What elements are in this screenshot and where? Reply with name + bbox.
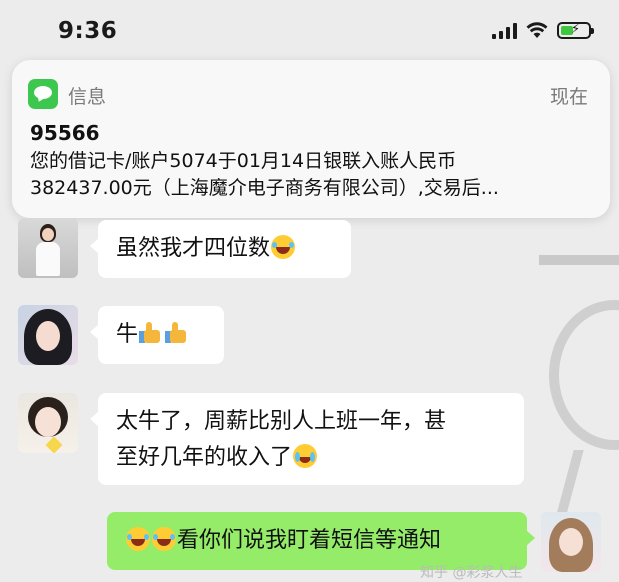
chat-bubble-received[interactable]: 太牛了，周薪比别人上班一年，甚 至好几年的收入了	[90, 393, 524, 485]
notification-timestamp: 现在	[549, 86, 588, 108]
sms-notification-banner[interactable]: 信息 现在 95566 您的借记卡/账户5074于01月14日银联入账人民币 3…	[12, 60, 610, 218]
thumbs-up-emoji-icon	[139, 321, 163, 345]
contact-avatar[interactable]	[18, 305, 78, 365]
message-text: 虽然我才四位数	[116, 236, 271, 261]
notification-body: 您的借记卡/账户5074于01月14日银联入账人民币 382437.00元（上海…	[30, 148, 600, 202]
chat-bubble-received[interactable]: 牛	[90, 306, 224, 364]
notification-body-line: 您的借记卡/账户5074于01月14日银联入账人民币	[30, 150, 457, 172]
thumbs-up-emoji-icon	[165, 321, 189, 345]
laughing-tears-emoji-icon	[271, 235, 296, 259]
message-text: 看你们说我盯着短信等通知	[177, 528, 442, 553]
my-avatar[interactable]	[541, 512, 601, 572]
crying-laughing-emoji-icon	[293, 444, 318, 468]
status-time: 9:36	[58, 18, 118, 44]
status-bar: 9:36 ⚡	[0, 0, 619, 60]
laughing-tears-emoji-icon	[152, 527, 176, 551]
cellular-signal-icon	[492, 22, 517, 39]
contact-avatar[interactable]	[18, 218, 78, 278]
watermark-text: 知乎 @彩浆人生	[420, 565, 523, 581]
message-text: 牛	[116, 322, 139, 347]
contact-avatar[interactable]	[18, 393, 78, 453]
laughing-tears-emoji-icon	[126, 527, 150, 551]
notification-sender: 95566	[30, 121, 100, 145]
wifi-icon	[526, 22, 548, 38]
battery-charging-icon: ⚡	[557, 22, 594, 39]
notification-body-line: 382437.00元（上海魔介电子商务有限公司）,交易后...	[30, 177, 499, 199]
notification-app-name: 信息	[68, 86, 107, 108]
chat-bubble-received[interactable]: 虽然我才四位数	[90, 220, 351, 278]
status-icons: ⚡	[492, 22, 594, 39]
message-text: 至好几年的收入了	[116, 445, 293, 470]
messages-app-icon	[28, 79, 58, 109]
message-text: 太牛了，周薪比别人上班一年，甚	[116, 409, 447, 434]
